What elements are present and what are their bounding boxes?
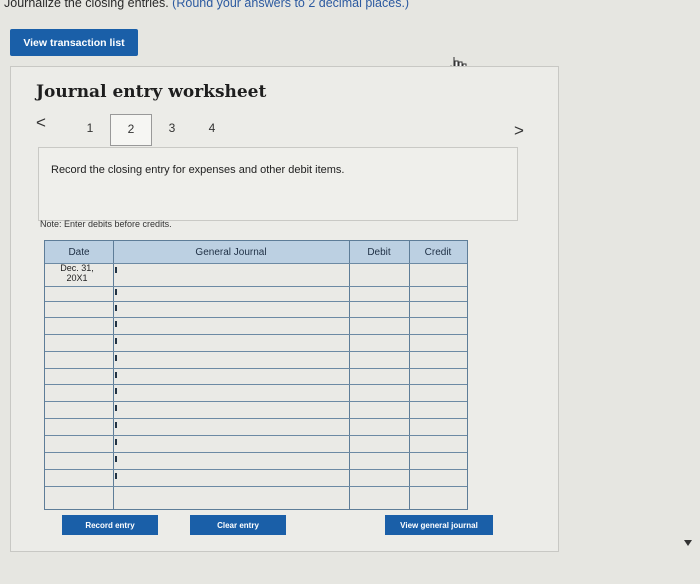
instruction-prefix: Journalize the closing entries.: [4, 0, 169, 10]
page-tab-4[interactable]: 4: [192, 114, 232, 147]
clear-entry-button[interactable]: Clear entry: [190, 515, 286, 535]
dropdown-marker-icon[interactable]: [115, 439, 121, 445]
page-tab-3[interactable]: 3: [152, 114, 192, 147]
dropdown-marker-icon[interactable]: [115, 405, 121, 411]
dropdown-marker-icon[interactable]: [115, 338, 121, 344]
instruction-note: (Round your answers to 2 decimal places.…: [172, 0, 410, 10]
debits-note: Note: Enter debits before credits.: [40, 219, 172, 229]
entry-description-box: Record the closing entry for expenses an…: [38, 147, 518, 221]
row-divider: [45, 317, 467, 318]
date-line-1: Dec. 31,: [60, 263, 94, 273]
row-divider: [45, 351, 467, 352]
row-divider: [45, 301, 467, 302]
next-page-button[interactable]: >: [514, 121, 524, 141]
dropdown-marker-icon[interactable]: [115, 289, 121, 295]
row-divider: [45, 469, 467, 470]
scroll-down-icon[interactable]: [684, 540, 692, 546]
worksheet-title: Journal entry worksheet: [36, 82, 267, 102]
dropdown-marker-icon[interactable]: [115, 355, 121, 361]
prev-page-button[interactable]: <: [36, 113, 46, 133]
dropdown-marker-icon[interactable]: [115, 388, 121, 394]
header-divider: [45, 263, 467, 264]
entry-description: Record the closing entry for expenses an…: [51, 164, 345, 176]
row-divider: [45, 368, 467, 369]
credit-header: Credit: [424, 246, 452, 258]
date-cell[interactable]: Dec. 31, 20X1: [55, 263, 99, 283]
row-divider: [45, 452, 467, 453]
instruction-text: Journalize the closing entries. (Round y…: [4, 0, 409, 10]
page-tabs: 1 2 3 4: [70, 114, 232, 147]
view-transaction-list-button[interactable]: View transaction list: [10, 29, 138, 56]
dropdown-marker-icon[interactable]: [115, 422, 121, 428]
view-general-journal-button[interactable]: View general journal: [385, 515, 493, 535]
general-journal-header: General Journal: [195, 246, 267, 258]
row-divider: [45, 286, 467, 287]
record-entry-button[interactable]: Record entry: [62, 515, 158, 535]
row-divider: [45, 401, 467, 402]
date-line-2: 20X1: [66, 273, 88, 283]
journal-grid: Date General Journal Debit Credit Dec. 3…: [44, 240, 468, 510]
row-divider: [45, 435, 467, 436]
dropdown-marker-icon[interactable]: [115, 267, 121, 273]
dropdown-marker-icon[interactable]: [115, 473, 121, 479]
dropdown-marker-icon[interactable]: [115, 456, 121, 462]
row-divider: [45, 418, 467, 419]
dropdown-marker-icon[interactable]: [115, 305, 121, 311]
page-tab-2[interactable]: 2: [110, 114, 152, 146]
row-divider: [45, 486, 467, 487]
dropdown-marker-icon[interactable]: [115, 372, 121, 378]
date-header: Date: [68, 246, 90, 258]
row-divider: [45, 384, 467, 385]
row-divider: [45, 334, 467, 335]
page-tab-1[interactable]: 1: [70, 114, 110, 147]
debit-header: Debit: [367, 246, 391, 258]
dropdown-marker-icon[interactable]: [115, 321, 121, 327]
